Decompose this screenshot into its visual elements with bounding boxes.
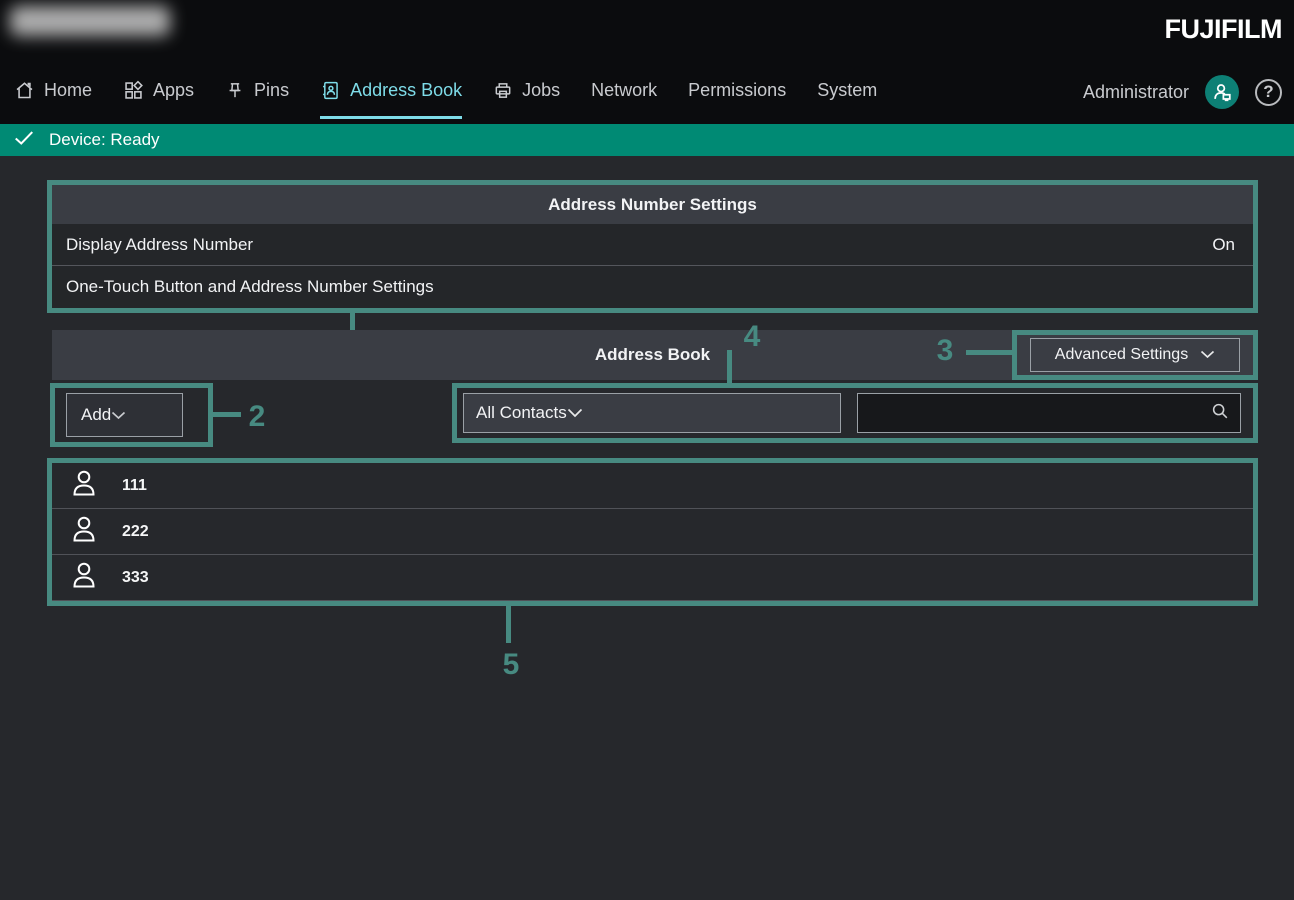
advanced-settings-button[interactable]: Advanced Settings	[1030, 338, 1240, 372]
callout-box-4-filter-search: All Contacts	[452, 383, 1258, 443]
help-glyph: ?	[1263, 82, 1273, 102]
nav-item-label: Jobs	[522, 80, 560, 101]
callout-5-connector	[506, 606, 511, 643]
add-button[interactable]: Add	[66, 393, 183, 437]
nav-item-jobs[interactable]: Jobs	[493, 62, 560, 119]
main-nav: Home Apps Pins	[0, 62, 1294, 124]
contacts-filter-select[interactable]: All Contacts	[463, 393, 841, 433]
nav-item-label: System	[817, 80, 877, 101]
nav-items: Home Apps Pins	[14, 62, 877, 119]
callout-4-number: 4	[735, 322, 769, 352]
address-book-title: Address Book	[595, 345, 710, 365]
callout-box-3-advanced-settings: Advanced Settings	[1012, 330, 1258, 380]
nav-item-label: Address Book	[350, 80, 462, 101]
chevron-down-icon	[111, 405, 126, 425]
nav-right: Administrator ?	[1083, 62, 1282, 119]
person-icon	[70, 560, 98, 595]
callout-box-2-add: Add	[50, 383, 213, 447]
contacts-search-box	[857, 393, 1241, 433]
chevron-down-icon	[567, 403, 583, 423]
check-icon	[13, 129, 35, 152]
callout-box-5-contact-list: 111 222 333	[47, 458, 1258, 606]
nav-item-permissions[interactable]: Permissions	[688, 62, 786, 119]
user-role-label: Administrator	[1083, 82, 1189, 103]
contact-name: 333	[122, 569, 149, 587]
contact-row[interactable]: 333	[52, 555, 1253, 601]
address-number-settings-title: Address Number Settings	[52, 185, 1253, 224]
nav-item-apps[interactable]: Apps	[123, 62, 194, 119]
contact-name: 111	[122, 477, 147, 495]
fujifilm-logo: FUJIFILM	[1165, 14, 1283, 45]
top-header: FUJIFILM	[0, 0, 1294, 62]
row-label: One-Touch Button and Address Number Sett…	[66, 277, 434, 297]
device-web-ui: FUJIFILM Home Apps	[0, 0, 1294, 900]
contact-row[interactable]: 111	[52, 463, 1253, 509]
contact-row[interactable]: 222	[52, 509, 1253, 555]
help-icon[interactable]: ?	[1255, 79, 1282, 106]
chevron-down-icon	[1200, 346, 1215, 364]
nav-item-home[interactable]: Home	[14, 62, 92, 119]
nav-item-label: Permissions	[688, 80, 786, 101]
printer-icon	[493, 80, 513, 101]
person-icon	[70, 514, 98, 549]
callout-box-1-address-number-settings: Address Number Settings Display Address …	[47, 180, 1258, 313]
search-input[interactable]	[868, 394, 1210, 432]
nav-item-address-book[interactable]: Address Book	[320, 62, 462, 119]
nav-item-label: Pins	[254, 80, 289, 101]
home-icon	[14, 80, 35, 101]
callout-5-number: 5	[494, 650, 528, 680]
callout-4-connector	[727, 350, 732, 383]
nav-item-label: Network	[591, 80, 657, 101]
pin-icon	[225, 80, 245, 101]
display-address-number-value: On	[1212, 235, 1235, 255]
address-book-icon	[320, 80, 341, 101]
status-text: Device: Ready	[49, 130, 160, 150]
contact-name: 222	[122, 523, 149, 541]
row-label: Display Address Number	[66, 235, 253, 255]
nav-item-label: Home	[44, 80, 92, 101]
search-icon[interactable]	[1210, 401, 1230, 426]
add-label: Add	[81, 405, 111, 425]
apps-icon	[123, 80, 144, 101]
nav-item-label: Apps	[153, 80, 194, 101]
advanced-settings-label: Advanced Settings	[1055, 346, 1188, 364]
callout-2-number: 2	[240, 402, 274, 432]
one-touch-button-settings-row[interactable]: One-Touch Button and Address Number Sett…	[52, 266, 1253, 308]
nav-item-pins[interactable]: Pins	[225, 62, 289, 119]
device-name-redacted	[10, 6, 170, 36]
callout-2-connector	[213, 412, 241, 417]
nav-item-network[interactable]: Network	[591, 62, 657, 119]
administrator-account-icon[interactable]	[1205, 75, 1239, 109]
callout-3-number: 3	[928, 336, 962, 366]
display-address-number-row[interactable]: Display Address Number On	[52, 224, 1253, 266]
contacts-filter-value: All Contacts	[476, 403, 567, 423]
person-icon	[70, 468, 98, 503]
callout-3-connector	[966, 350, 1012, 355]
device-status-bar: Device: Ready	[0, 124, 1294, 156]
nav-item-system[interactable]: System	[817, 62, 877, 119]
